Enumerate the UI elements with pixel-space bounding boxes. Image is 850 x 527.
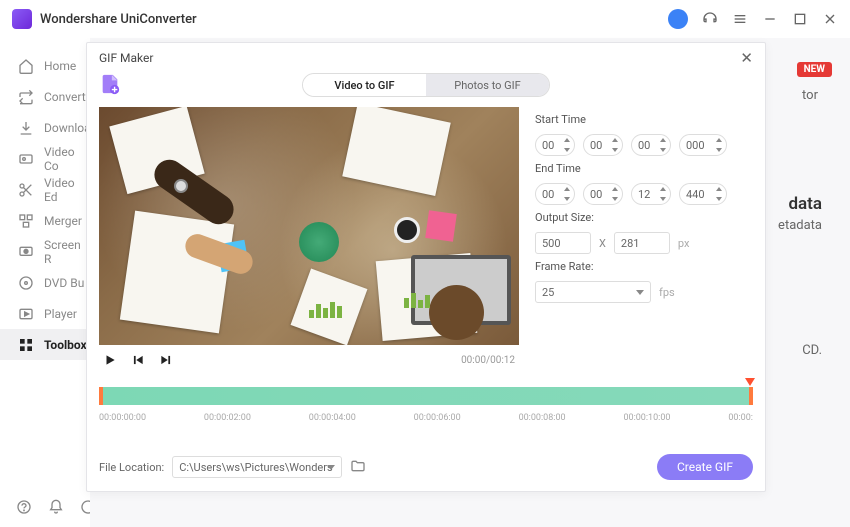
tab-video-to-gif[interactable]: Video to GIF	[303, 74, 426, 96]
grid-icon	[18, 337, 34, 353]
video-preview[interactable]	[99, 107, 519, 345]
play-button[interactable]	[103, 353, 117, 367]
start-hours-input[interactable]: 00	[535, 134, 575, 156]
open-folder-button[interactable]	[350, 458, 366, 477]
compress-icon	[18, 151, 34, 167]
framerate-label: Frame Rate:	[535, 260, 753, 273]
headset-icon[interactable]	[702, 11, 718, 27]
timeline-ticks: 00:00:00:00 00:00:02:00 00:00:04:00 00:0…	[99, 413, 753, 423]
output-size-label: Output Size:	[535, 211, 753, 224]
settings-panel: Start Time 00 00 00 000 End Time 00 00 1…	[535, 107, 753, 375]
size-unit: px	[678, 237, 690, 250]
close-button[interactable]	[822, 11, 838, 27]
sidebar-item-converter[interactable]: Converte	[0, 81, 90, 112]
sidebar-item-label: Home	[44, 59, 76, 73]
sidebar-item-label: Merger	[44, 214, 82, 228]
play-icon	[18, 306, 34, 322]
home-icon	[18, 58, 34, 74]
sidebar-item-label: Downloa	[44, 121, 91, 135]
bg-text: tor	[802, 88, 818, 103]
tab-photos-to-gif[interactable]: Photos to GIF	[426, 74, 549, 96]
sidebar-item-label: Video Ed	[44, 176, 90, 204]
sidebar-item-merger[interactable]: Merger	[0, 205, 90, 236]
start-ms-input[interactable]: 000	[679, 134, 727, 156]
maximize-button[interactable]	[792, 11, 808, 27]
app-title: Wondershare UniConverter	[40, 12, 197, 27]
prev-frame-button[interactable]	[131, 353, 145, 367]
sidebar: Home Converte Downloa Video Co Video Ed …	[0, 38, 90, 527]
size-separator: X	[599, 237, 606, 250]
modal-header: GIF Maker ✕	[87, 43, 765, 73]
sidebar-item-downloader[interactable]: Downloa	[0, 112, 90, 143]
convert-icon	[18, 89, 34, 105]
bell-icon[interactable]	[48, 499, 64, 519]
start-minutes-input[interactable]: 00	[583, 134, 623, 156]
sidebar-item-label: Player	[44, 307, 77, 321]
app-logo	[12, 9, 32, 29]
user-avatar[interactable]	[668, 9, 688, 29]
mode-tabs: Video to GIF Photos to GIF	[302, 73, 550, 97]
close-icon[interactable]: ✕	[740, 49, 753, 67]
modal-title: GIF Maker	[99, 51, 153, 65]
footer-icons	[16, 499, 96, 519]
merge-icon	[18, 213, 34, 229]
file-location-input[interactable]: C:\Users\ws\Pictures\Wonders	[172, 456, 342, 478]
sidebar-item-label: Toolbox	[44, 338, 87, 352]
timeline-playhead[interactable]	[745, 378, 755, 386]
output-height-input[interactable]: 281	[614, 232, 670, 254]
sidebar-item-dvdburner[interactable]: DVD Bu	[0, 267, 90, 298]
add-file-button[interactable]	[99, 73, 121, 95]
start-time-label: Start Time	[535, 113, 753, 126]
sidebar-item-toolbox[interactable]: Toolbox	[0, 329, 90, 360]
end-seconds-input[interactable]: 12	[631, 183, 671, 205]
disc-icon	[18, 275, 34, 291]
titlebar: Wondershare UniConverter	[0, 0, 850, 38]
output-width-input[interactable]: 500	[535, 232, 591, 254]
player-controls: 00:00/00:12	[99, 345, 519, 375]
sidebar-item-label: Video Co	[44, 145, 90, 173]
new-badge: NEW	[797, 62, 832, 77]
gif-maker-modal: GIF Maker ✕ Video to GIF Photos to GIF	[86, 42, 766, 492]
scissors-icon	[18, 182, 34, 198]
bg-metadata: data etadata CD.	[778, 194, 822, 358]
fps-unit: fps	[659, 286, 675, 299]
create-gif-button[interactable]: Create GIF	[657, 454, 753, 480]
sidebar-item-videoeditor[interactable]: Video Ed	[0, 174, 90, 205]
sidebar-item-label: Screen R	[44, 238, 90, 266]
start-seconds-input[interactable]: 00	[631, 134, 671, 156]
framerate-select[interactable]: 25	[535, 281, 651, 303]
menu-icon[interactable]	[732, 11, 748, 27]
end-hours-input[interactable]: 00	[535, 183, 575, 205]
playback-time: 00:00/00:12	[461, 355, 515, 366]
timeline-track[interactable]	[99, 387, 753, 405]
preview-panel: 00:00/00:12	[99, 107, 519, 375]
modal-footer: File Location: C:\Users\ws\Pictures\Wond…	[99, 453, 753, 481]
record-icon	[18, 244, 34, 260]
sidebar-item-player[interactable]: Player	[0, 298, 90, 329]
minimize-button[interactable]	[762, 11, 778, 27]
sidebar-item-videocompress[interactable]: Video Co	[0, 143, 90, 174]
end-minutes-input[interactable]: 00	[583, 183, 623, 205]
sidebar-item-home[interactable]: Home	[0, 50, 90, 81]
download-icon	[18, 120, 34, 136]
file-location-label: File Location:	[99, 461, 164, 474]
sidebar-item-label: DVD Bu	[44, 276, 84, 290]
end-time-label: End Time	[535, 162, 753, 175]
help-icon[interactable]	[16, 499, 32, 519]
next-frame-button[interactable]	[159, 353, 173, 367]
sidebar-item-label: Converte	[44, 90, 92, 104]
end-ms-input[interactable]: 440	[679, 183, 727, 205]
sidebar-item-screenrecorder[interactable]: Screen R	[0, 236, 90, 267]
